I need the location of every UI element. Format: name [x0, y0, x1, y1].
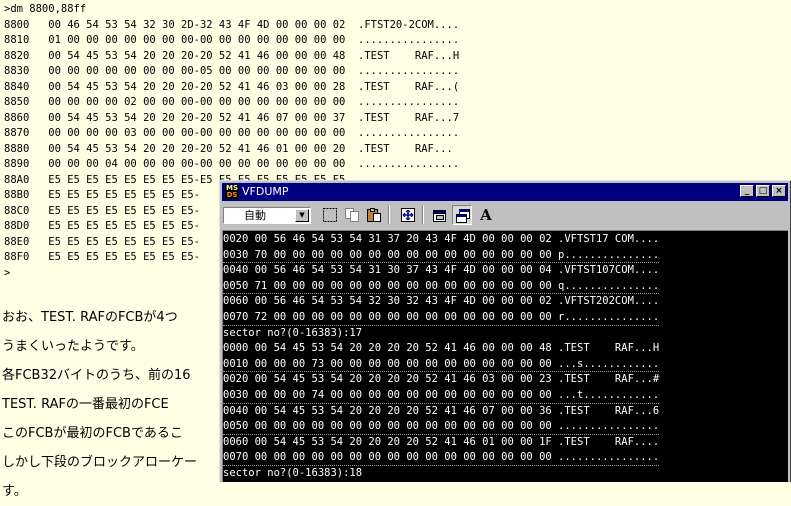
background-button[interactable]: [452, 205, 472, 225]
mark-select-button[interactable]: [320, 205, 340, 225]
console-line: sector no?(0-16383):18: [223, 466, 363, 479]
prose-line: おお、TEST. RAFのFCBが4つ: [2, 310, 178, 325]
dashed-select-icon: [323, 208, 337, 222]
clipboard-paste-icon: [367, 208, 381, 222]
console-line: 0010 00 00 00 73 00 00 00 00 00 00 00 00…: [223, 357, 660, 373]
console-line: 0070 72 00 00 00 00 00 00 00 00 00 00 00…: [223, 310, 660, 326]
background-dump-line: 8820 00 54 45 53 54 20 20 20-20 52 41 46…: [4, 49, 460, 62]
console-line: 0050 71 00 00 00 00 00 00 00 00 00 00 00…: [223, 279, 660, 295]
background-dump-line: 8880 00 54 45 53 54 20 20 20-20 52 41 46…: [4, 142, 460, 155]
vfdump-window[interactable]: MS DS VFDUMP _ □ × 自動 ▼ A 0020 00 56 46 …: [219, 180, 791, 482]
background-dump-line: >dm 8800,88ff: [4, 3, 87, 15]
minimize-button[interactable]: _: [740, 185, 754, 197]
prose-line: 各FCB32バイトのうち、前の16: [2, 368, 191, 383]
background-dump-line: 8850 00 00 00 00 02 00 00 00-00 00 00 00…: [4, 96, 460, 108]
console-line: 0030 00 00 00 74 00 00 00 00 00 00 00 00…: [223, 388, 660, 404]
maximize-button[interactable]: □: [756, 185, 770, 197]
prose-line: うまくいったようです。: [2, 339, 144, 354]
close-button[interactable]: ×: [772, 185, 786, 197]
console-line: 0060 00 56 46 54 53 54 32 30 32 43 4F 4D…: [223, 295, 660, 308]
font-button[interactable]: A: [476, 205, 496, 225]
background-article-text: おお、TEST. RAFのFCBが4つ うまくいったようです。 各FCB32バイ…: [2, 303, 232, 506]
background-dump-line: 8800 00 46 54 53 54 32 30 2D-32 43 4F 4D…: [4, 18, 460, 31]
console-line: 0030 70 00 00 00 00 00 00 00 00 00 00 00…: [223, 248, 660, 264]
console-line: 0040 00 56 46 54 53 54 31 30 37 43 4F 4D…: [223, 264, 660, 277]
console-line: 0070 00 00 00 00 00 00 00 00 00 00 00 00…: [223, 450, 660, 466]
background-dump-line: 8830 00 00 00 00 00 00 00 00-05 00 00 00…: [4, 65, 460, 77]
properties-button[interactable]: [430, 205, 450, 225]
prose-line: す。: [2, 484, 27, 499]
prose-line: TEST. RAFの一番最初のFCE: [2, 397, 169, 412]
copy-button[interactable]: [342, 205, 362, 225]
toolbar-separator: [422, 206, 424, 224]
toolbar-separator: [388, 206, 390, 224]
toolbar: 自動 ▼ A: [222, 203, 788, 229]
msdos-app-icon[interactable]: MS DS: [225, 185, 239, 199]
console-output[interactable]: 0020 00 56 46 54 53 54 31 37 20 43 4F 4D…: [222, 230, 788, 482]
background-dump-line: 8810 01 00 00 00 00 00 00 00-00 00 00 00…: [4, 34, 460, 46]
title-bar[interactable]: MS DS VFDUMP _ □ ×: [222, 183, 788, 201]
properties-icon: [433, 210, 446, 222]
console-line: 0000 00 54 45 53 54 20 20 20 20 52 41 46…: [223, 342, 660, 355]
copy-icon: [345, 208, 359, 222]
font-size-dropdown[interactable]: 自動 ▼: [223, 207, 311, 224]
console-line: 0060 00 54 45 53 54 20 20 20 20 52 41 46…: [223, 435, 660, 448]
background-windows-icon: [456, 209, 470, 223]
background-dump-line: 8870 00 00 00 00 03 00 00 00-00 00 00 00…: [4, 127, 460, 139]
console-lines: 0020 00 56 46 54 53 54 31 37 20 43 4F 4D…: [223, 232, 660, 482]
console-line: 0020 00 56 46 54 53 54 31 37 20 43 4F 4D…: [223, 233, 660, 245]
console-line: 0040 00 54 45 53 54 20 20 20 20 52 41 46…: [223, 404, 660, 417]
chevron-down-icon[interactable]: ▼: [295, 209, 309, 222]
console-line: sector no?(0-16383):17: [223, 326, 363, 339]
paste-button[interactable]: [364, 205, 384, 225]
full-screen-icon: [401, 208, 415, 222]
dropdown-value: 自動: [244, 209, 266, 222]
background-dump-line: 8840 00 54 45 53 54 20 20 20-20 52 41 46…: [4, 80, 460, 93]
prose-line: しかし下段のブロックアローケー: [2, 455, 198, 470]
full-screen-button[interactable]: [398, 205, 418, 225]
background-dump-line: 8860 00 54 45 53 54 20 20 20-20 52 41 46…: [4, 111, 460, 124]
console-line: 0050 00 00 00 00 00 00 00 00 00 00 00 00…: [223, 419, 660, 435]
prose-line: このFCBが最初のFCBであるこ: [2, 426, 183, 441]
console-line: 0020 00 54 45 53 54 20 20 20 20 52 41 46…: [223, 373, 660, 386]
background-dump-line: 8890 00 00 00 04 00 00 00 00-00 00 00 00…: [4, 158, 460, 170]
window-title: VFDUMP: [242, 185, 289, 198]
